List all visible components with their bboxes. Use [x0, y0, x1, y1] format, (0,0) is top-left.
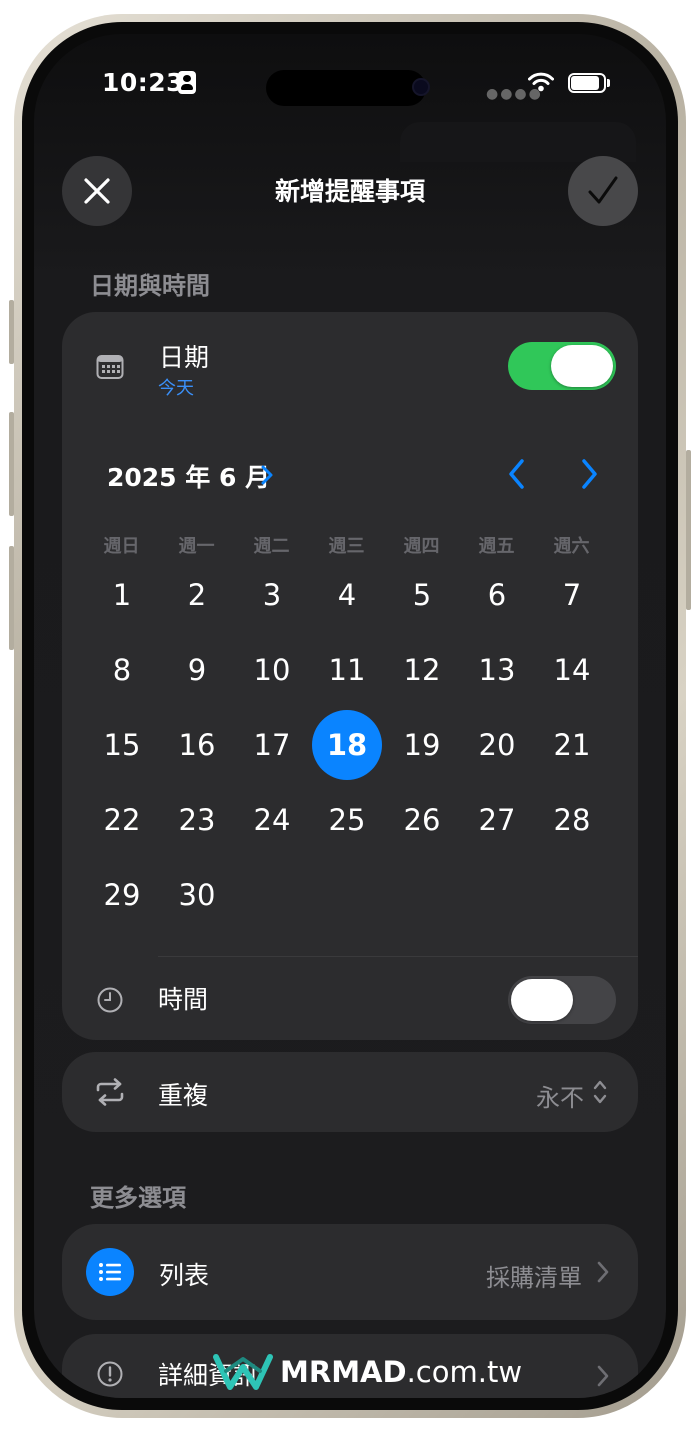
weekday-label: 週二	[253, 536, 290, 557]
status-time: 10:23	[102, 68, 185, 97]
volume-up-button	[9, 412, 14, 516]
calendar-day[interactable]: 29	[87, 860, 157, 930]
list-label: 列表	[159, 1261, 210, 1290]
date-subtitle: 今天	[158, 378, 194, 399]
weekday-label: 週四	[403, 536, 440, 557]
calendar-day[interactable]: 12	[387, 635, 457, 705]
weekday-label: 週一	[178, 536, 215, 557]
section-header-date-time: 日期與時間	[90, 272, 210, 300]
calendar-day[interactable]: 4	[312, 560, 382, 630]
calendar-day[interactable]: 23	[162, 785, 232, 855]
calendar-day[interactable]: 27	[462, 785, 532, 855]
info-icon	[97, 1361, 123, 1387]
calendar-day[interactable]: 28	[537, 785, 607, 855]
list-row[interactable]: 列表 採購清單	[62, 1224, 638, 1320]
weekday-label: 週五	[478, 536, 515, 557]
calendar-day[interactable]: 15	[87, 710, 157, 780]
calendar-icon	[96, 355, 124, 379]
calendar-day[interactable]: 1	[87, 560, 157, 630]
calendar-day[interactable]: 13	[462, 635, 532, 705]
watermark: MRMAD.com.tw	[212, 1344, 522, 1398]
action-button	[9, 300, 14, 364]
chevron-right-icon	[582, 459, 597, 489]
time-label: 時間	[158, 985, 209, 1014]
clock-icon	[97, 987, 123, 1013]
chevron-right-icon	[597, 1261, 609, 1283]
calendar-day[interactable]: 25	[312, 785, 382, 855]
date-time-card: 日期 今天 2025 年 6 月 週日 週一 週二 週三 週四 週五 週六 12345678…	[62, 312, 638, 1040]
calendar-day[interactable]: 24	[237, 785, 307, 855]
calendar-day[interactable]: 16	[162, 710, 232, 780]
weekday-label: 週日	[103, 536, 140, 557]
list-icon	[86, 1248, 134, 1296]
power-button	[686, 450, 691, 610]
divider	[158, 956, 638, 957]
next-month-button[interactable]	[574, 456, 604, 492]
chevron-left-icon	[509, 459, 524, 489]
previous-month-button[interactable]	[502, 456, 532, 492]
month-label[interactable]: 2025 年 6 月	[107, 458, 270, 494]
volume-down-button	[9, 546, 14, 650]
list-value: 採購清單	[486, 1264, 582, 1292]
date-label: 日期	[159, 343, 210, 372]
battery-icon	[568, 73, 610, 93]
watermark-text: MRMAD.com.tw	[280, 1355, 523, 1389]
calendar-day[interactable]: 8	[87, 635, 157, 705]
repeat-row[interactable]: 重複 永不	[62, 1052, 638, 1132]
calendar-day[interactable]: 26	[387, 785, 457, 855]
calendar-day-selected[interactable]: 18	[312, 710, 382, 780]
weekday-label: 週六	[553, 536, 590, 557]
front-camera	[412, 78, 430, 96]
repeat-icon	[96, 1078, 124, 1106]
repeat-label: 重複	[158, 1081, 209, 1110]
time-toggle-knob	[511, 979, 573, 1021]
calendar-day[interactable]: 10	[237, 635, 307, 705]
chevron-up-down-icon	[593, 1080, 607, 1104]
chevron-right-icon[interactable]	[260, 464, 274, 486]
id-card-icon	[178, 71, 196, 94]
calendar-day[interactable]: 6	[462, 560, 532, 630]
calendar-day[interactable]: 7	[537, 560, 607, 630]
mrmad-logo-icon	[213, 1354, 273, 1390]
calendar-day[interactable]: 20	[462, 710, 532, 780]
date-toggle[interactable]	[508, 342, 616, 390]
calendar-day[interactable]: 3	[237, 560, 307, 630]
calendar-day[interactable]: 19	[387, 710, 457, 780]
calendar-day[interactable]: 14	[537, 635, 607, 705]
repeat-value: 永不	[536, 1084, 584, 1112]
time-toggle[interactable]	[508, 976, 616, 1024]
calendar-day[interactable]: 30	[162, 860, 232, 930]
screen: 10:23 ●●●● 新增提醒事項 日期與時間 日期 今天 2025 年 6 月…	[34, 34, 666, 1398]
chevron-right-icon	[597, 1365, 609, 1387]
calendar-day[interactable]: 22	[87, 785, 157, 855]
status-bar: 10:23 ●●●●	[34, 34, 666, 124]
calendar-day[interactable]: 2	[162, 560, 232, 630]
section-header-more-options: 更多選項	[90, 1184, 186, 1212]
calendar-day[interactable]: 17	[237, 710, 307, 780]
calendar-day[interactable]: 9	[162, 635, 232, 705]
calendar-day[interactable]: 5	[387, 560, 457, 630]
calendar-day[interactable]: 11	[312, 635, 382, 705]
calendar-day[interactable]: 21	[537, 710, 607, 780]
confirm-button[interactable]	[568, 156, 638, 226]
checkmark-icon	[588, 176, 618, 204]
weekday-label: 週三	[328, 536, 365, 557]
wifi-icon	[528, 72, 554, 92]
dynamic-island	[266, 70, 426, 106]
date-toggle-knob	[551, 345, 613, 387]
